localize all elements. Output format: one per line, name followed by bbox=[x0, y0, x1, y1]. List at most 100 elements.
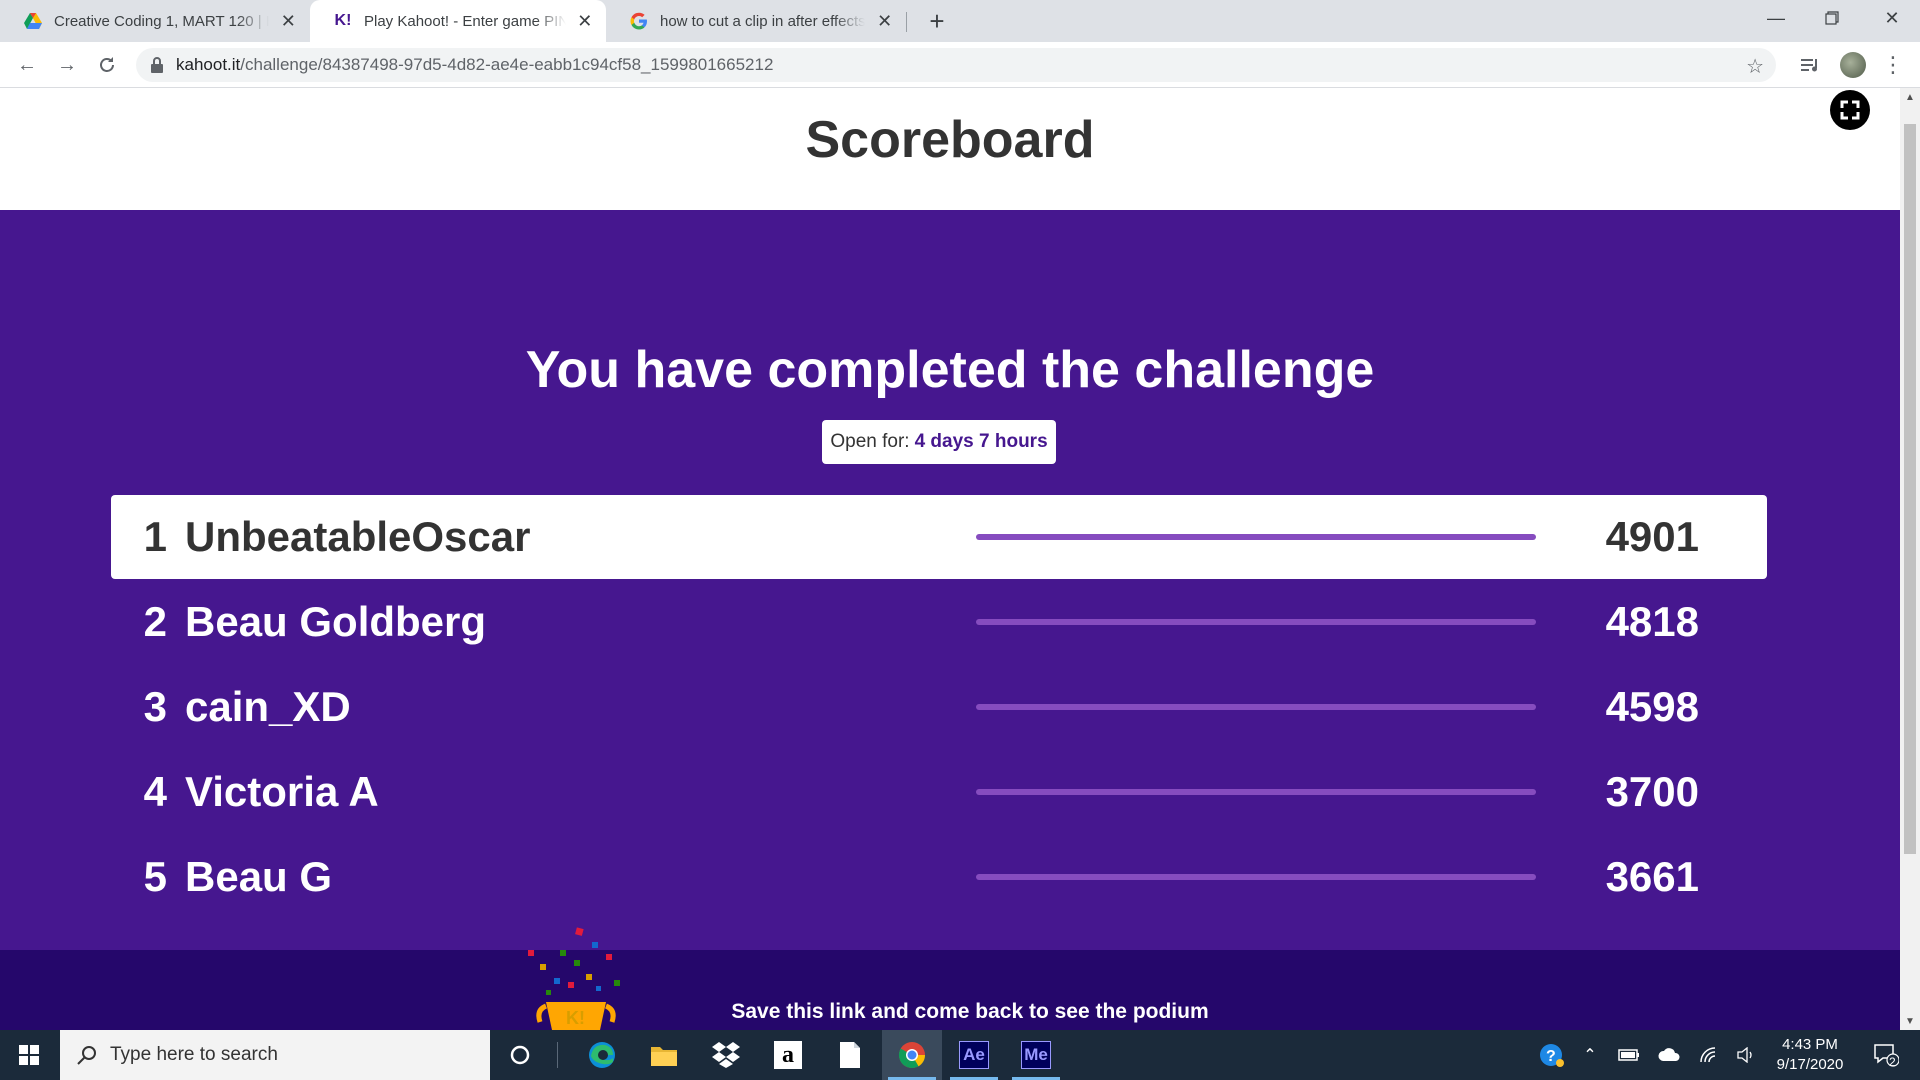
scroll-up-arrow[interactable]: ▲ bbox=[1900, 88, 1920, 106]
player-name: Victoria A bbox=[185, 768, 379, 815]
scoreboard-row: 5 Beau G 3661 bbox=[111, 835, 1767, 919]
taskbar-divider bbox=[557, 1042, 558, 1068]
tab-title: how to cut a clip in after effects - bbox=[660, 12, 866, 30]
score-bar-fill bbox=[976, 704, 1536, 710]
browser-toolbar: ← → kahoot.it/challenge/84387498-97d5-4d… bbox=[0, 42, 1920, 88]
notepad-icon[interactable] bbox=[820, 1030, 880, 1080]
podium-footer: K! Save this link and come back to see t… bbox=[0, 927, 1900, 1030]
google-icon bbox=[630, 12, 648, 30]
url-path: /challenge/84387498-97d5-4d82-ae4e-eabb1… bbox=[240, 55, 774, 74]
score-bar-fill bbox=[976, 619, 1536, 625]
player-score: 3661 bbox=[1605, 853, 1699, 900]
open-for-label: Open for: bbox=[830, 431, 910, 452]
tab-title: Creative Coding 1, MART 120 | H bbox=[54, 12, 269, 30]
close-tab-icon[interactable]: ✕ bbox=[576, 11, 594, 31]
edge-icon[interactable] bbox=[572, 1030, 632, 1080]
media-encoder-label: Me bbox=[1021, 1041, 1051, 1069]
new-tab-button[interactable]: + bbox=[922, 6, 952, 36]
profile-avatar[interactable] bbox=[1838, 50, 1868, 80]
fullscreen-icon bbox=[1840, 100, 1860, 120]
challenge-complete-heading: You have completed the challenge bbox=[525, 341, 1375, 399]
back-button[interactable]: ← bbox=[12, 50, 42, 80]
chevron-up-icon[interactable]: ⌃ bbox=[1576, 1030, 1604, 1080]
drive-icon bbox=[24, 12, 42, 30]
player-name: cain_XD bbox=[185, 683, 351, 730]
volume-icon[interactable] bbox=[1732, 1030, 1762, 1080]
media-control-icon[interactable] bbox=[1796, 50, 1826, 80]
player-name: Beau Goldberg bbox=[185, 598, 487, 645]
score-bar-fill bbox=[976, 534, 1536, 540]
scroll-down-arrow[interactable]: ▼ bbox=[1900, 1012, 1920, 1030]
minimize-button[interactable]: — bbox=[1748, 0, 1804, 36]
player-rank: 3 bbox=[143, 683, 167, 730]
chrome-icon[interactable] bbox=[882, 1030, 942, 1080]
restore-button[interactable] bbox=[1804, 0, 1860, 36]
tab-divider bbox=[906, 12, 907, 32]
fullscreen-button[interactable] bbox=[1830, 90, 1870, 130]
score-bar-fill bbox=[976, 874, 1536, 880]
forward-button[interactable]: → bbox=[52, 50, 82, 80]
address-bar[interactable]: kahoot.it/challenge/84387498-97d5-4d82-a… bbox=[136, 48, 1776, 82]
player-rank: 5 bbox=[143, 853, 167, 900]
start-button[interactable] bbox=[0, 1030, 58, 1080]
page-scrollbar[interactable]: ▲ ▼ bbox=[1900, 88, 1920, 1030]
player-rank: 4 bbox=[143, 768, 167, 815]
lock-icon[interactable] bbox=[150, 56, 164, 79]
after-effects-icon[interactable]: Ae bbox=[944, 1030, 1004, 1080]
amazon-icon-label: a bbox=[774, 1041, 802, 1069]
scrollbar-thumb[interactable] bbox=[1904, 124, 1916, 854]
close-tab-icon[interactable]: ✕ bbox=[875, 11, 894, 31]
close-tab-icon[interactable]: ✕ bbox=[279, 11, 299, 31]
notification-center-icon[interactable]: 2 bbox=[1866, 1030, 1906, 1080]
page-header: Scoreboard bbox=[0, 88, 1900, 210]
scoreboard-row: 3 cain_XD 4598 bbox=[111, 665, 1767, 749]
player-name: UnbeatableOscar bbox=[185, 513, 531, 560]
tab-creative-coding[interactable]: Creative Coding 1, MART 120 | H ✕ bbox=[0, 0, 310, 42]
browser-tab-strip: Creative Coding 1, MART 120 | H ✕ K! Pla… bbox=[0, 0, 1920, 42]
page-title: Scoreboard bbox=[805, 111, 1095, 169]
taskbar-search-box[interactable]: Type here to search bbox=[60, 1030, 490, 1080]
podium-message: Save this link and come back to see the … bbox=[731, 1000, 1209, 1023]
onedrive-icon[interactable] bbox=[1654, 1030, 1684, 1080]
player-score: 4818 bbox=[1605, 598, 1699, 645]
scoreboard-row: 2 Beau Goldberg 4818 bbox=[111, 580, 1767, 664]
scoreboard-row: 1 UnbeatableOscar 4901 bbox=[111, 495, 1767, 579]
system-clock[interactable]: 4:43 PM 9/17/2020 bbox=[1760, 1035, 1860, 1075]
amazon-icon[interactable]: a bbox=[758, 1030, 818, 1080]
player-score: 4598 bbox=[1605, 683, 1699, 730]
score-bar bbox=[976, 874, 1536, 880]
cortana-icon[interactable] bbox=[490, 1030, 550, 1080]
score-bar bbox=[976, 619, 1536, 625]
bookmark-star-icon[interactable]: ☆ bbox=[1746, 54, 1764, 79]
tab-kahoot[interactable]: K! Play Kahoot! - Enter game PIN he ✕ bbox=[310, 0, 606, 42]
score-bar bbox=[976, 704, 1536, 710]
dropbox-icon[interactable] bbox=[696, 1030, 756, 1080]
url-host: kahoot.it bbox=[176, 55, 241, 74]
kahoot-page: Scoreboard You have completed the challe… bbox=[0, 88, 1900, 1030]
player-rank: 2 bbox=[143, 598, 167, 645]
player-score: 4901 bbox=[1605, 513, 1699, 560]
player-name: Beau G bbox=[185, 853, 333, 900]
clock-date: 9/17/2020 bbox=[1776, 1056, 1844, 1073]
scoreboard-row: 4 Victoria A 3700 bbox=[111, 750, 1767, 834]
wifi-icon[interactable] bbox=[1694, 1030, 1724, 1080]
svg-text:?: ? bbox=[1546, 1048, 1556, 1065]
windows-taskbar: Type here to search a Ae Me ? ⌃ 4:43 PM … bbox=[0, 1030, 1920, 1080]
player-rank: 1 bbox=[143, 513, 167, 560]
reload-button[interactable] bbox=[92, 50, 122, 80]
kahoot-icon: K! bbox=[334, 12, 352, 29]
close-window-button[interactable]: ✕ bbox=[1864, 0, 1920, 36]
reload-icon bbox=[100, 57, 114, 72]
media-encoder-icon[interactable]: Me bbox=[1006, 1030, 1066, 1080]
notification-count: 2 bbox=[1889, 1055, 1896, 1069]
score-bar-fill bbox=[976, 789, 1536, 795]
file-explorer-icon[interactable] bbox=[634, 1030, 694, 1080]
after-effects-label: Ae bbox=[959, 1041, 989, 1069]
search-icon bbox=[76, 1044, 98, 1072]
battery-icon[interactable] bbox=[1614, 1030, 1644, 1080]
chrome-menu-icon[interactable]: ⋮ bbox=[1878, 50, 1908, 80]
windows-logo-icon bbox=[19, 1045, 39, 1065]
score-bar bbox=[976, 534, 1536, 540]
tab-google-search[interactable]: how to cut a clip in after effects - ✕ bbox=[606, 0, 906, 42]
help-icon[interactable]: ? bbox=[1534, 1030, 1570, 1080]
